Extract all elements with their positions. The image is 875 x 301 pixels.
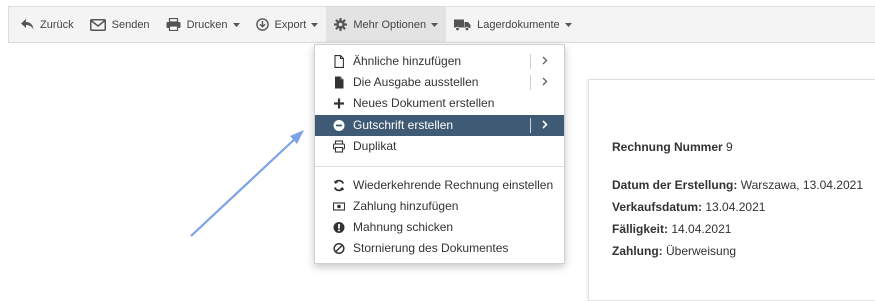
chevron-right-icon[interactable]: [542, 77, 548, 86]
refresh-icon: [333, 179, 345, 192]
menu-divider: [315, 166, 564, 167]
chevron-right-icon[interactable]: [542, 56, 548, 65]
menu-item-label: Neues Dokument erstellen: [353, 96, 495, 110]
menu-item-separator: [530, 54, 531, 69]
more-options-menu: Ähnliche hinzufügen Die Ausgabe ausstell…: [314, 44, 565, 264]
menu-item-add-similar[interactable]: Ähnliche hinzufügen: [315, 51, 564, 72]
menu-item-separator: [530, 118, 531, 133]
minus-circle-icon: [333, 120, 345, 131]
menu-item-issue-output[interactable]: Die Ausgabe ausstellen: [315, 72, 564, 93]
menu-item-cancel-document[interactable]: Stornierung des Dokumentes: [315, 238, 564, 259]
menu-item-label: Wiederkehrende Rechnung einstellen: [353, 178, 554, 192]
menu-item-label: Die Ausgabe ausstellen: [353, 75, 479, 89]
menu-item-recurring-invoice[interactable]: Wiederkehrende Rechnung einstellen: [315, 175, 564, 196]
menu-item-separator: [530, 75, 531, 90]
menu-item-add-payment[interactable]: Zahlung hinzufügen: [315, 196, 564, 217]
menu-item-create-credit-note[interactable]: Gutschrift erstellen: [315, 115, 564, 136]
file-outline-icon: [334, 55, 344, 68]
plus-icon: [334, 98, 344, 109]
chevron-right-icon[interactable]: [542, 120, 548, 129]
menu-item-label: Duplikat: [353, 139, 397, 153]
menu-item-label: Gutschrift erstellen: [353, 118, 454, 132]
menu-item-duplicate[interactable]: Duplikat: [315, 136, 564, 157]
menu-item-label: Stornierung des Dokumentes: [353, 241, 509, 255]
file-solid-icon: [335, 76, 344, 89]
menu-item-new-document[interactable]: Neues Dokument erstellen: [315, 93, 564, 114]
menu-item-label: Mahnung schicken: [353, 220, 454, 234]
menu-item-send-reminder[interactable]: Mahnung schicken: [315, 217, 564, 238]
menu-item-label: Ähnliche hinzufügen: [353, 54, 462, 68]
menu-item-label: Zahlung hinzufügen: [353, 199, 459, 213]
exclamation-circle-icon: [333, 222, 345, 233]
ban-icon: [333, 242, 345, 255]
printer-icon: [333, 140, 345, 153]
money-icon: [333, 202, 345, 211]
